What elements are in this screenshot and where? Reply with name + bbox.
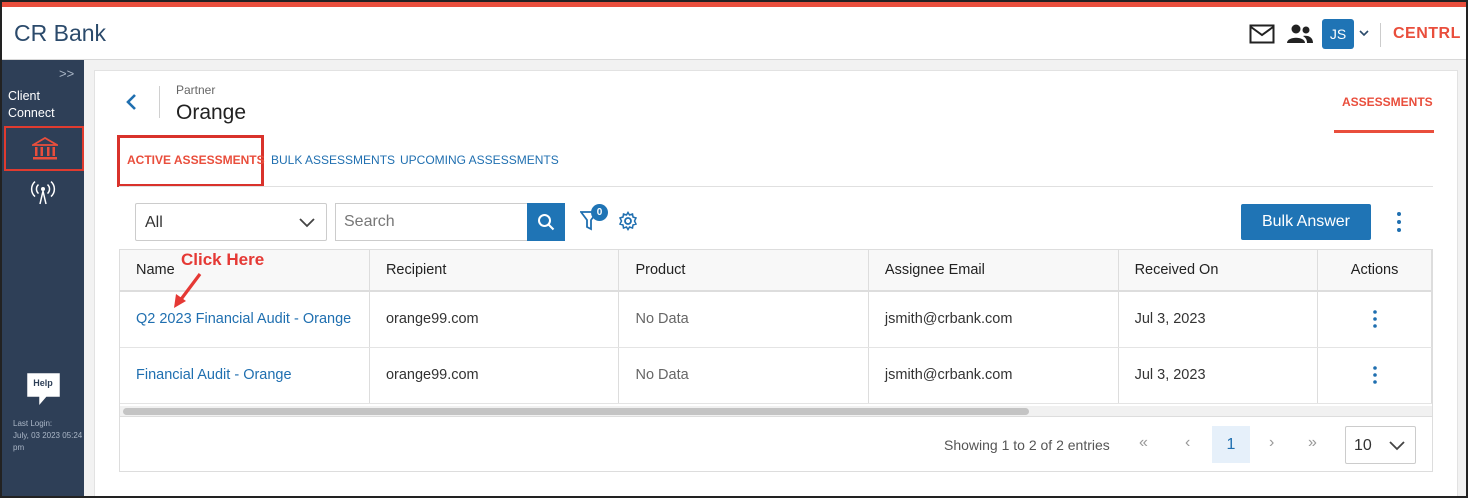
received-on-cell: Jul 3, 2023 <box>1118 347 1319 404</box>
table-header-row: Name Recipient Product Assignee Email Re… <box>120 250 1432 292</box>
help-button[interactable]: Help <box>26 372 62 406</box>
tab-assessments-underline <box>1334 130 1434 133</box>
bulk-answer-button[interactable]: Bulk Answer <box>1241 204 1371 240</box>
pagination-info: Showing 1 to 2 of 2 entries <box>944 437 1110 453</box>
last-login-value: July, 03 2023 05:24 pm <box>13 431 83 452</box>
user-avatar[interactable]: JS <box>1322 19 1354 49</box>
page-1-button[interactable]: 1 <box>1212 426 1250 463</box>
recipient-cell: orange99.com <box>369 347 620 404</box>
brand-logo: CENTRL <box>1393 25 1461 42</box>
header: CR Bank JS CENTRL <box>2 7 1466 60</box>
click-here-annotation: Click Here <box>181 250 265 269</box>
app-window: CR Bank JS CENTRL >> Client Connect Help… <box>0 0 1468 498</box>
row-actions-icon[interactable] <box>1372 310 1377 329</box>
assignee-email-cell: jsmith@crbank.com <box>868 291 1119 348</box>
last-login-label: Last Login: <box>13 419 53 428</box>
column-header-recipient[interactable]: Recipient <box>369 250 620 292</box>
gear-icon[interactable] <box>618 211 638 231</box>
table-row: Financial Audit - Orange orange99.com No… <box>120 347 1432 404</box>
tab-upcoming-assessments[interactable]: UPCOMING ASSESSMENTS <box>400 153 559 167</box>
actions-cell <box>1317 291 1432 348</box>
assessment-name-link[interactable]: Financial Audit - Orange <box>120 347 370 404</box>
received-on-cell: Jul 3, 2023 <box>1118 291 1319 348</box>
search-button[interactable] <box>527 203 565 241</box>
assessment-name-link[interactable]: Q2 2023 Financial Audit - Orange <box>120 291 370 348</box>
expand-sidebar-icon[interactable]: >> <box>59 66 74 81</box>
row-actions-icon[interactable] <box>1372 366 1377 384</box>
next-page-button[interactable]: › <box>1269 434 1274 452</box>
chevron-down-icon[interactable] <box>1359 28 1369 38</box>
assignee-email-cell: jsmith@crbank.com <box>868 347 1119 404</box>
column-header-actions: Actions <box>1317 250 1432 292</box>
table-row: Q2 2023 Financial Audit - Orange orange9… <box>120 291 1432 348</box>
subtab-divider <box>119 186 1433 187</box>
tab-bulk-assessments[interactable]: BULK ASSESSMENTS <box>271 153 395 167</box>
header-divider <box>1380 23 1381 47</box>
breadcrumb-label: Partner <box>176 83 216 97</box>
sidebar: >> Client Connect Help Last Login: July,… <box>2 60 84 496</box>
product-cell: No Data <box>618 291 869 348</box>
help-label: Help <box>33 378 53 388</box>
search-icon <box>538 214 555 231</box>
prev-page-button[interactable]: ‹ <box>1185 434 1190 452</box>
people-icon[interactable] <box>1286 24 1314 44</box>
status-filter-select[interactable]: All <box>135 203 327 241</box>
assessments-table: Name Recipient Product Assignee Email Re… <box>119 249 1433 417</box>
sidebar-item-bank[interactable] <box>4 126 84 171</box>
search-input[interactable] <box>335 203 527 241</box>
column-header-received-on[interactable]: Received On <box>1118 250 1319 292</box>
filter-count-badge: 0 <box>591 204 608 221</box>
last-login: Last Login: July, 03 2023 05:24 pm <box>13 418 83 454</box>
status-filter-value: All <box>145 214 163 231</box>
app-title: CR Bank <box>14 20 107 46</box>
product-cell: No Data <box>618 347 869 404</box>
back-arrow-icon[interactable] <box>122 92 142 112</box>
page-size-select[interactable]: 10 <box>1345 426 1416 464</box>
page-title: Orange <box>176 101 247 124</box>
annotation-arrow-icon <box>174 273 202 308</box>
broadcast-icon[interactable] <box>30 180 56 206</box>
tab-active-assessments[interactable]: ACTIVE ASSESSMENTS <box>127 153 265 167</box>
last-page-button[interactable]: » <box>1308 434 1317 452</box>
bank-icon <box>32 137 58 160</box>
column-header-product[interactable]: Product <box>618 250 869 292</box>
first-page-button[interactable]: « <box>1139 434 1148 452</box>
horizontal-scrollbar-thumb[interactable] <box>123 408 1029 415</box>
mail-icon[interactable] <box>1249 23 1275 45</box>
chevron-down-icon <box>1389 441 1405 451</box>
actions-cell <box>1317 347 1432 404</box>
more-options-icon[interactable] <box>1392 210 1406 234</box>
tab-assessments[interactable]: ASSESSMENTS <box>1342 95 1433 109</box>
page-size-value: 10 <box>1354 437 1372 454</box>
column-header-assignee-email[interactable]: Assignee Email <box>868 250 1119 292</box>
title-divider <box>159 86 160 118</box>
sidebar-section-label: Client Connect <box>8 89 55 120</box>
chevron-down-icon <box>299 218 315 228</box>
recipient-cell: orange99.com <box>369 291 620 348</box>
